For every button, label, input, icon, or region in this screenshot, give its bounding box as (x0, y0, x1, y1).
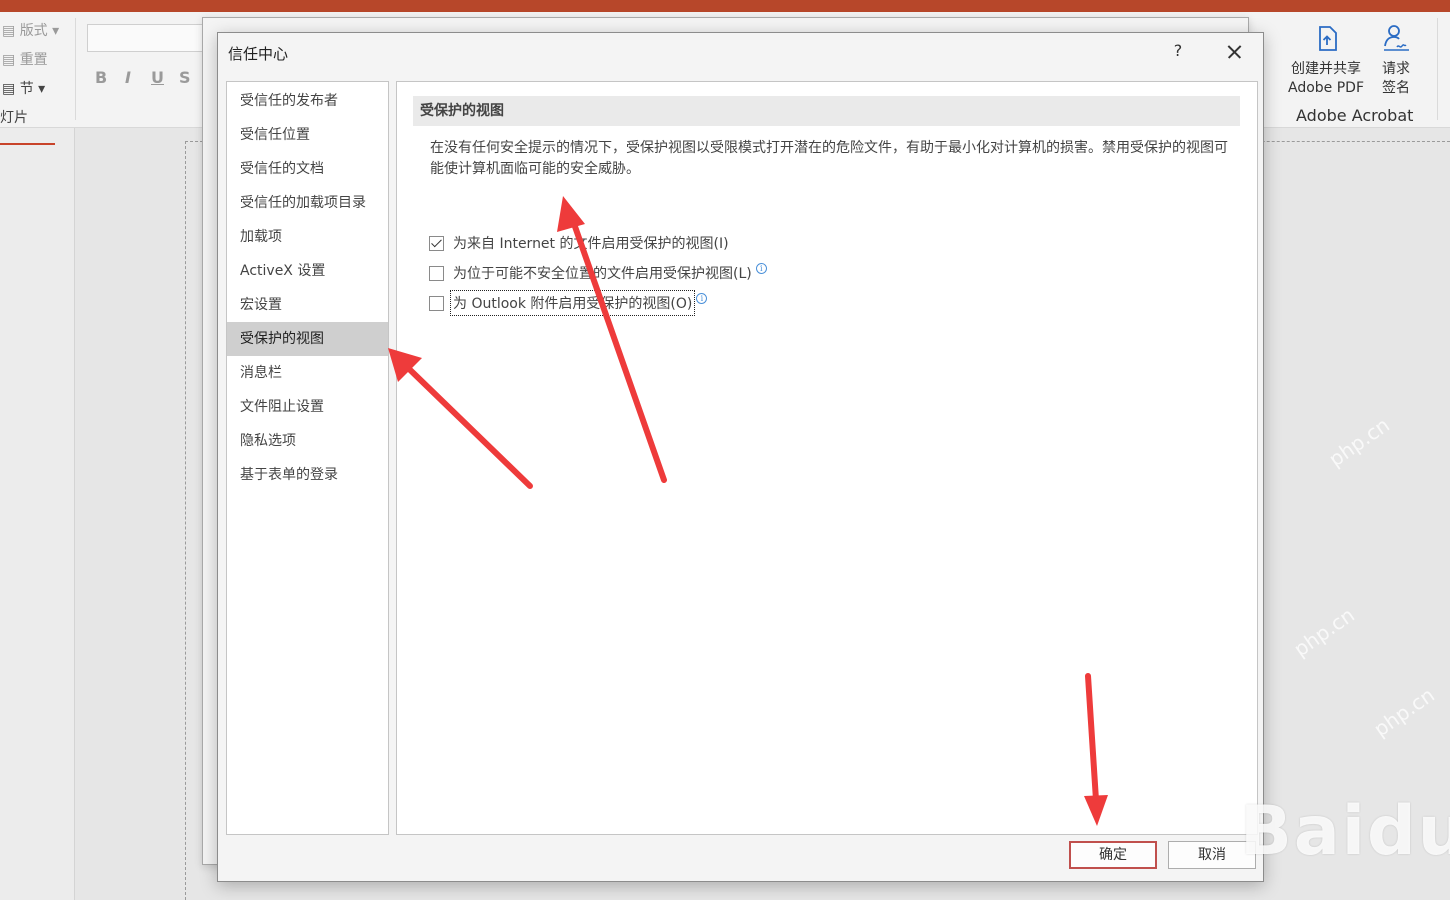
protected-view-panel: 受保护的视图 在没有任何安全提示的情况下，受保护视图以受限模式打开潜在的危险文件… (396, 81, 1258, 835)
nav-privacy-options[interactable]: 隐私选项 (227, 424, 388, 458)
section-description: 在没有任何安全提示的情况下，受保护视图以受限模式打开潜在的危险文件，有助于最小化… (430, 140, 1228, 177)
slide-thumbnail-pane[interactable] (0, 128, 75, 900)
nav-macro-settings[interactable]: 宏设置 (227, 288, 388, 322)
section-header: 受保护的视图 (413, 96, 1240, 126)
app-title-bar (0, 0, 1450, 12)
nav-trusted-publishers[interactable]: 受信任的发布者 (227, 84, 388, 118)
option-outlook-attachments[interactable]: 为 Outlook 附件启用受保护的视图(O) i (429, 290, 708, 316)
nav-trusted-locations[interactable]: 受信任位置 (227, 118, 388, 152)
reset-button[interactable]: ▤ 重置 (2, 49, 48, 69)
nav-trusted-addin-catalogs[interactable]: 受信任的加载项目录 (227, 186, 388, 220)
nav-protected-view[interactable]: 受保护的视图 (227, 322, 388, 356)
help-button[interactable]: ? (1168, 41, 1188, 65)
nav-addins[interactable]: 加载项 (227, 220, 388, 254)
request-signature-button[interactable]: 请求 签名 (1382, 60, 1410, 98)
option-label: 为位于可能不安全位置的文件启用受保护视图(L) (453, 266, 752, 282)
font-name-box[interactable] (87, 24, 205, 52)
option-internet-files[interactable]: 为来自 Internet 的文件启用受保护的视图(I) (429, 231, 729, 255)
checkbox-internet-files[interactable] (429, 235, 444, 251)
request-signature-icon (1384, 25, 1409, 51)
checkbox-unsafe-locations[interactable] (429, 265, 444, 281)
option-label: 为来自 Internet 的文件启用受保护的视图(I) (453, 236, 729, 252)
trust-center-dialog: 信任中心 ? 受信任的发布者 受信任位置 受信任的文档 受信任的加载项目录 加载… (217, 32, 1264, 882)
ribbon-separator (1437, 18, 1438, 120)
info-icon[interactable]: i (696, 292, 708, 304)
option-unsafe-locations[interactable]: 为位于可能不安全位置的文件启用受保护视图(L) i (429, 261, 767, 285)
dialog-title: 信任中心 (228, 45, 289, 63)
underline-button[interactable]: U (151, 68, 164, 87)
create-share-pdf-button[interactable]: 创建并共享 Adobe PDF (1288, 60, 1364, 98)
close-icon[interactable] (1222, 39, 1246, 65)
cancel-button[interactable]: 取消 (1168, 841, 1256, 869)
ok-button[interactable]: 确定 (1069, 841, 1157, 869)
nav-activex-settings[interactable]: ActiveX 设置 (227, 254, 388, 288)
nav-file-block-settings[interactable]: 文件阻止设置 (227, 390, 388, 424)
nav-message-bar[interactable]: 消息栏 (227, 356, 388, 390)
nav-trusted-documents[interactable]: 受信任的文档 (227, 152, 388, 186)
italic-button[interactable]: I (125, 68, 131, 87)
layout-button[interactable]: ▤ 版式 ▾ (2, 20, 59, 40)
slides-group-label: 灯片 (0, 110, 28, 126)
nav-form-based-signin[interactable]: 基于表单的登录 (227, 458, 388, 492)
checkbox-outlook-attachments[interactable] (429, 295, 444, 311)
option-label: 为 Outlook 附件启用受保护的视图(O) (449, 290, 696, 316)
section-button[interactable]: ▤ 节 ▾ (2, 78, 45, 98)
ribbon-separator (75, 18, 76, 120)
shadow-button[interactable]: S (179, 68, 191, 87)
thumbnail-selection-line (0, 143, 55, 145)
bold-button[interactable]: B (95, 68, 107, 87)
acrobat-group-label: Adobe Acrobat (1296, 106, 1414, 125)
create-pdf-icon (1319, 26, 1337, 51)
info-icon[interactable]: i (755, 262, 767, 274)
trust-center-nav: 受信任的发布者 受信任位置 受信任的文档 受信任的加载项目录 加载项 Activ… (226, 81, 389, 835)
